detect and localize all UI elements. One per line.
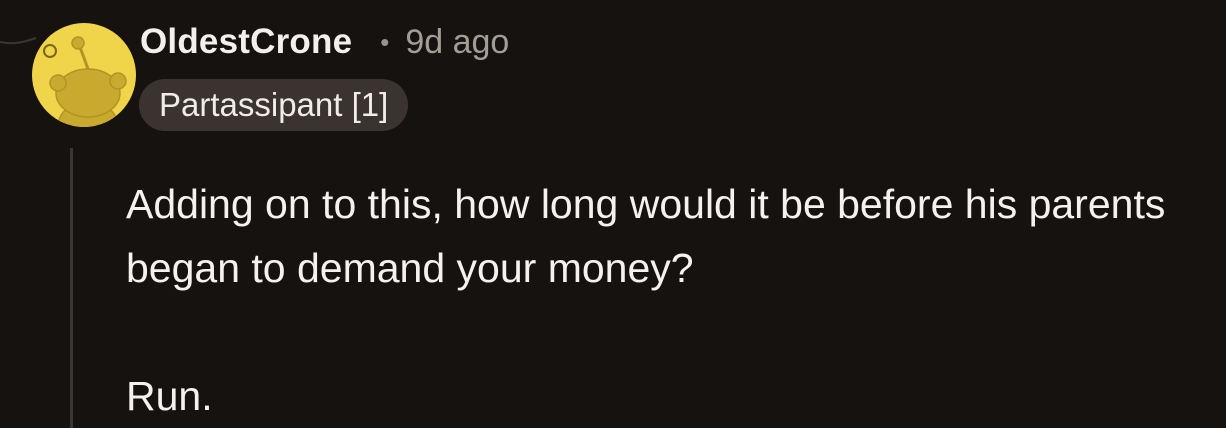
comment-body: Adding on to this, how long would it be … (126, 172, 1221, 428)
comment-paragraph: Adding on to this, how long would it be … (126, 181, 1166, 291)
meta-separator: • (380, 26, 390, 57)
thread-indent-line[interactable] (70, 148, 73, 428)
user-flair-badge: Partassipant [1] (139, 79, 409, 131)
comment-paragraph: Run. (126, 373, 213, 419)
snoo-avatar-icon (32, 23, 136, 127)
comment-timestamp[interactable]: 9d ago (405, 23, 509, 62)
username-link[interactable]: OldestCrone (140, 22, 352, 62)
comment-header: OldestCrone • 9d ago (140, 22, 509, 62)
user-avatar[interactable] (32, 21, 136, 129)
